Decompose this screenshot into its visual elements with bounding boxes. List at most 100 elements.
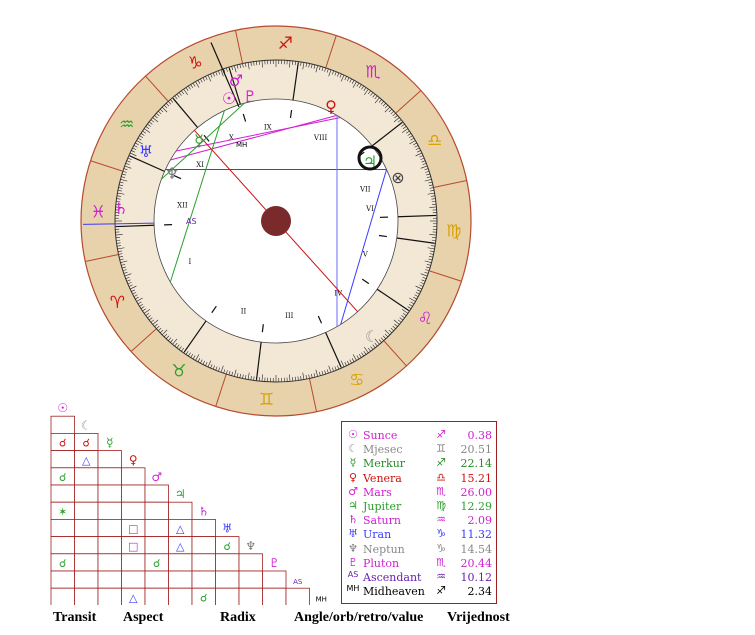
legend-planet-name: Venera: [363, 471, 402, 485]
grid-cell: [215, 553, 240, 572]
grid-cell: [97, 553, 122, 572]
grid-cell: [262, 570, 287, 589]
grid-header-glyph: ♇: [269, 556, 280, 570]
legend-sign-glyph: ♒: [436, 570, 446, 583]
grid-header-glyph: ☉: [57, 401, 68, 415]
grid-cell: [215, 587, 240, 605]
legend-row: ♀ Venera ♎ 15.21: [342, 471, 498, 486]
legend-planet-glyph: MH: [346, 584, 360, 594]
grid-cell: [50, 484, 75, 503]
legend-value: 0.38: [467, 429, 493, 442]
legend-planet-glyph: ♀: [348, 470, 358, 484]
grid-cell: [144, 501, 169, 520]
zodiac-sign-glyph: ♎: [427, 131, 442, 151]
grid-aspect-glyph: ☌: [59, 557, 66, 570]
grid-cell: [97, 587, 122, 605]
grid-cell: [285, 587, 310, 605]
legend-row: ☾ Mjesec ♊ 20.51: [342, 442, 498, 457]
grid-aspect-glyph: ✶: [58, 505, 67, 518]
grid-cell: [97, 536, 122, 555]
grid-cell: [50, 415, 75, 434]
grid-cell: [97, 501, 122, 520]
legend-row: MH Midheaven ♐ 2.34: [342, 584, 498, 599]
grid-cell: [74, 484, 99, 503]
grid-cell: [168, 501, 193, 520]
grid-cell: [50, 570, 75, 589]
grid-cell: [144, 519, 169, 538]
legend-planet-glyph: ♆: [348, 541, 358, 555]
grid-cell: [168, 553, 193, 572]
legend-value: 14.54: [460, 542, 493, 556]
legend-planet-glyph: ♇: [348, 555, 358, 569]
legend-planet-name: Pluton: [363, 556, 400, 570]
zodiac-sign-glyph: ♍: [446, 221, 461, 241]
grid-cell: [144, 484, 169, 503]
house-number: V: [362, 250, 369, 258]
legend-row: ☿ Merkur ♐ 22.14: [342, 456, 498, 471]
grid-aspect-glyph: □: [128, 523, 138, 536]
legend-value: 10.12: [460, 571, 493, 584]
aspect-grid: ☉ ☾ ☿ ♀ ♂ ♃ ♄ ♅ ♆ ♇ AS MH ☌ ☌ △ ☌ ✶ □ △ □ △ ☌ ☌ ☌ △ ☌: [50, 401, 327, 605]
grid-cell: [262, 587, 287, 605]
legend-sign-glyph: ♏: [436, 484, 446, 498]
legend-sign-glyph: ♐: [436, 456, 446, 470]
grid-aspect-glyph: ☌: [224, 540, 231, 553]
legend-row: ☉ Sunce ♐ 0.38: [342, 428, 498, 443]
legend-planet-glyph: ☿: [349, 456, 357, 470]
legend-sign-glyph: ♐: [436, 428, 446, 441]
grid-aspect-glyph: △: [176, 540, 185, 553]
grid-cell: [74, 467, 99, 486]
grid-cell: [74, 570, 99, 589]
legend-row: ♆ Neptun ♑ 14.54: [342, 542, 498, 557]
grid-cell: [97, 467, 122, 486]
grid-cell: [97, 484, 122, 503]
grid-aspect-glyph: △: [129, 591, 138, 604]
grid-header-glyph: ♆: [245, 539, 256, 553]
house-number: VII: [359, 186, 371, 194]
legend-planet-name: Neptun: [363, 542, 405, 556]
grid-cell: [97, 570, 122, 589]
legend-row: AS Ascendant ♒ 10.12: [342, 570, 498, 585]
legend-sign-glyph: ♊: [436, 442, 446, 456]
grid-cell: [121, 501, 146, 520]
footer-transit: Transit: [53, 610, 97, 625]
legend-sign-glyph: ♑: [436, 527, 446, 541]
grid-aspect-glyph: □: [128, 540, 138, 553]
legend-planet-glyph: ☉: [348, 428, 358, 441]
legend-sign-glyph: ♏: [436, 555, 446, 569]
grid-cell: [215, 570, 240, 589]
footer-radix: Radix: [220, 610, 256, 625]
legend-planet-name: Jupiter: [363, 500, 402, 513]
legend-planet-name: Ascendant: [363, 571, 422, 584]
grid-header-glyph: ♄: [198, 504, 209, 518]
grid-cell: [144, 536, 169, 555]
grid-cell: [121, 484, 146, 503]
legend-sign-glyph: ♑: [436, 541, 446, 555]
legend-value: 20.44: [460, 556, 493, 570]
grid-header-glyph: ☿: [106, 436, 113, 450]
legend-value: 20.51: [460, 443, 493, 457]
legend-planet-glyph: ♃: [348, 499, 358, 512]
grid-cell: [168, 570, 193, 589]
legend-value: 15.21: [460, 471, 493, 485]
planet-legend: ☉ Sunce ♐ 0.38 ☾ Mjesec ♊ 20.51 ☿ Merkur ♐ 22.14 ♀ Ve…: [341, 421, 497, 604]
grid-cell: [121, 467, 146, 486]
grid-header-glyph: ♅: [222, 522, 233, 536]
grid-header-glyph: AS: [293, 578, 303, 586]
grid-cell: [74, 519, 99, 538]
legend-sign-glyph: ♍: [436, 499, 446, 512]
legend-value: 11.32: [460, 528, 493, 542]
legend-planet-name: Midheaven: [363, 585, 425, 599]
grid-cell: [191, 536, 216, 555]
footer-angle: Angle/orb/retro/value: [294, 610, 424, 625]
grid-header-glyph: ♀: [129, 453, 138, 467]
legend-planet-glyph: ♄: [348, 513, 358, 527]
legend-planet-name: Uran: [363, 528, 392, 542]
grid-cell: [238, 570, 263, 589]
legend-row: ♃ Jupiter ♍ 12.29: [342, 499, 498, 514]
grid-aspect-glyph: ☌: [200, 591, 207, 604]
legend-value: 2.09: [467, 514, 493, 528]
grid-aspect-glyph: ☌: [153, 557, 160, 570]
legend-planet-glyph: ☾: [348, 442, 358, 456]
grid-cell: [121, 570, 146, 589]
